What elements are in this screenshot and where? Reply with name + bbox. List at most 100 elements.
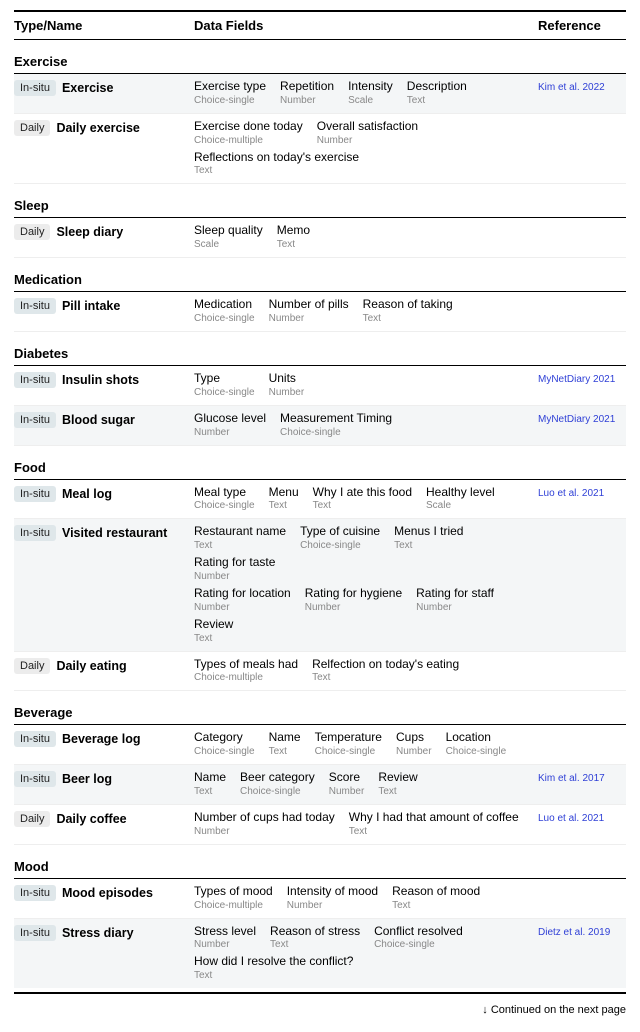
- data-field: MemoText: [277, 222, 310, 251]
- type-badge: In-situ: [14, 731, 56, 747]
- field-type: Choice-single: [194, 95, 266, 107]
- field-name: Beer category: [240, 769, 315, 786]
- row-name: Visited restaurant: [62, 525, 167, 540]
- data-field: MedicationChoice-single: [194, 296, 255, 325]
- data-field: LocationChoice-single: [446, 729, 507, 758]
- row-name: Daily eating: [56, 658, 126, 673]
- reference-link[interactable]: MyNetDiary 2021: [538, 410, 626, 425]
- field-type: Number: [194, 826, 335, 838]
- data-field: ReviewText: [378, 769, 417, 798]
- reference-link[interactable]: Luo et al. 2021: [538, 484, 626, 499]
- table-row: In-situVisited restaurantRestaurant name…: [14, 519, 626, 651]
- data-field: Healthy levelScale: [426, 484, 495, 513]
- reference-link[interactable]: Kim et al. 2022: [538, 78, 626, 93]
- data-field: Glucose levelNumber: [194, 410, 266, 439]
- field-name: Medication: [194, 296, 255, 313]
- header-reference: Reference: [538, 18, 626, 33]
- field-name: Why I ate this food: [313, 484, 412, 501]
- field-name: Rating for hygiene: [305, 585, 402, 602]
- data-field: Exercise typeChoice-single: [194, 78, 266, 107]
- field-type: Choice-single: [374, 939, 463, 951]
- field-name: Types of mood: [194, 883, 273, 900]
- field-type: Text: [394, 540, 463, 552]
- field-name: Reason of stress: [270, 923, 360, 940]
- section-title: Food: [14, 446, 626, 479]
- field-name: Overall satisfaction: [317, 118, 418, 135]
- reference-link[interactable]: Luo et al. 2021: [538, 809, 626, 824]
- type-badge: In-situ: [14, 298, 56, 314]
- table-row: In-situStress diaryStress levelNumberRea…: [14, 919, 626, 989]
- field-name: Score: [329, 769, 365, 786]
- field-type: Choice-single: [300, 540, 380, 552]
- field-name: Healthy level: [426, 484, 495, 501]
- field-name: Review: [378, 769, 417, 786]
- field-type: Text: [194, 970, 353, 982]
- field-name: Description: [407, 78, 467, 95]
- row-name: Beer log: [62, 771, 112, 786]
- table-row: DailyDaily exerciseExercise done todayCh…: [14, 114, 626, 185]
- field-type: Text: [349, 826, 519, 838]
- table-row: In-situBlood sugarGlucose levelNumberMea…: [14, 406, 626, 446]
- field-type: Text: [269, 746, 301, 758]
- data-field: NameText: [194, 769, 226, 798]
- field-type: Text: [269, 500, 299, 512]
- field-name: Reason of taking: [363, 296, 453, 313]
- field-type: Number: [416, 602, 494, 614]
- row-name: Mood episodes: [62, 885, 153, 900]
- field-type: Choice-single: [194, 313, 255, 325]
- field-type: Text: [277, 239, 310, 251]
- data-field: Number of pillsNumber: [269, 296, 349, 325]
- data-field: RepetitionNumber: [280, 78, 334, 107]
- data-field: IntensityScale: [348, 78, 393, 107]
- field-name: Restaurant name: [194, 523, 286, 540]
- row-name: Meal log: [62, 486, 112, 501]
- field-name: Rating for staff: [416, 585, 494, 602]
- header-type: Type/Name: [14, 18, 194, 33]
- reference-link[interactable]: Dietz et al. 2019: [538, 923, 626, 938]
- row-name: Beverage log: [62, 731, 141, 746]
- field-type: Choice-single: [240, 786, 315, 798]
- field-type: Number: [329, 786, 365, 798]
- type-badge: In-situ: [14, 372, 56, 388]
- field-type: Scale: [426, 500, 495, 512]
- data-field: Restaurant nameText: [194, 523, 286, 552]
- field-name: Conflict resolved: [374, 923, 463, 940]
- field-type: Number: [269, 313, 349, 325]
- field-name: Number of pills: [269, 296, 349, 313]
- type-badge: In-situ: [14, 771, 56, 787]
- field-type: Choice-multiple: [194, 135, 303, 147]
- field-name: Location: [446, 729, 507, 746]
- reference-link[interactable]: MyNetDiary 2021: [538, 370, 626, 385]
- data-field: Meal typeChoice-single: [194, 484, 255, 513]
- field-name: Review: [194, 616, 233, 633]
- field-type: Text: [363, 313, 453, 325]
- data-field: Measurement TimingChoice-single: [280, 410, 392, 439]
- field-name: Measurement Timing: [280, 410, 392, 427]
- reference-link[interactable]: Kim et al. 2017: [538, 769, 626, 784]
- field-type: Number: [305, 602, 402, 614]
- reference-link: [538, 222, 626, 226]
- field-type: Number: [317, 135, 418, 147]
- reference-link: [538, 523, 626, 527]
- field-name: Name: [269, 729, 301, 746]
- reference-link: [538, 118, 626, 122]
- table-row: DailyDaily coffeeNumber of cups had toda…: [14, 805, 626, 845]
- field-name: Repetition: [280, 78, 334, 95]
- field-name: Intensity: [348, 78, 393, 95]
- reference-link: [538, 729, 626, 733]
- data-field: Menus I triedText: [394, 523, 463, 552]
- data-field: Reason of stressText: [270, 923, 360, 952]
- field-name: Relfection on today's eating: [312, 656, 459, 673]
- field-name: Stress level: [194, 923, 256, 940]
- data-field: Rating for locationNumber: [194, 585, 291, 614]
- field-type: Choice-multiple: [194, 672, 298, 684]
- field-type: Number: [269, 387, 305, 399]
- type-badge: Daily: [14, 658, 50, 674]
- data-field: TypeChoice-single: [194, 370, 255, 399]
- reference-link: [538, 656, 626, 660]
- field-type: Number: [194, 939, 256, 951]
- row-name: Sleep diary: [56, 224, 123, 239]
- data-field: Types of meals hadChoice-multiple: [194, 656, 298, 685]
- field-type: Choice-single: [446, 746, 507, 758]
- data-field: MenuText: [269, 484, 299, 513]
